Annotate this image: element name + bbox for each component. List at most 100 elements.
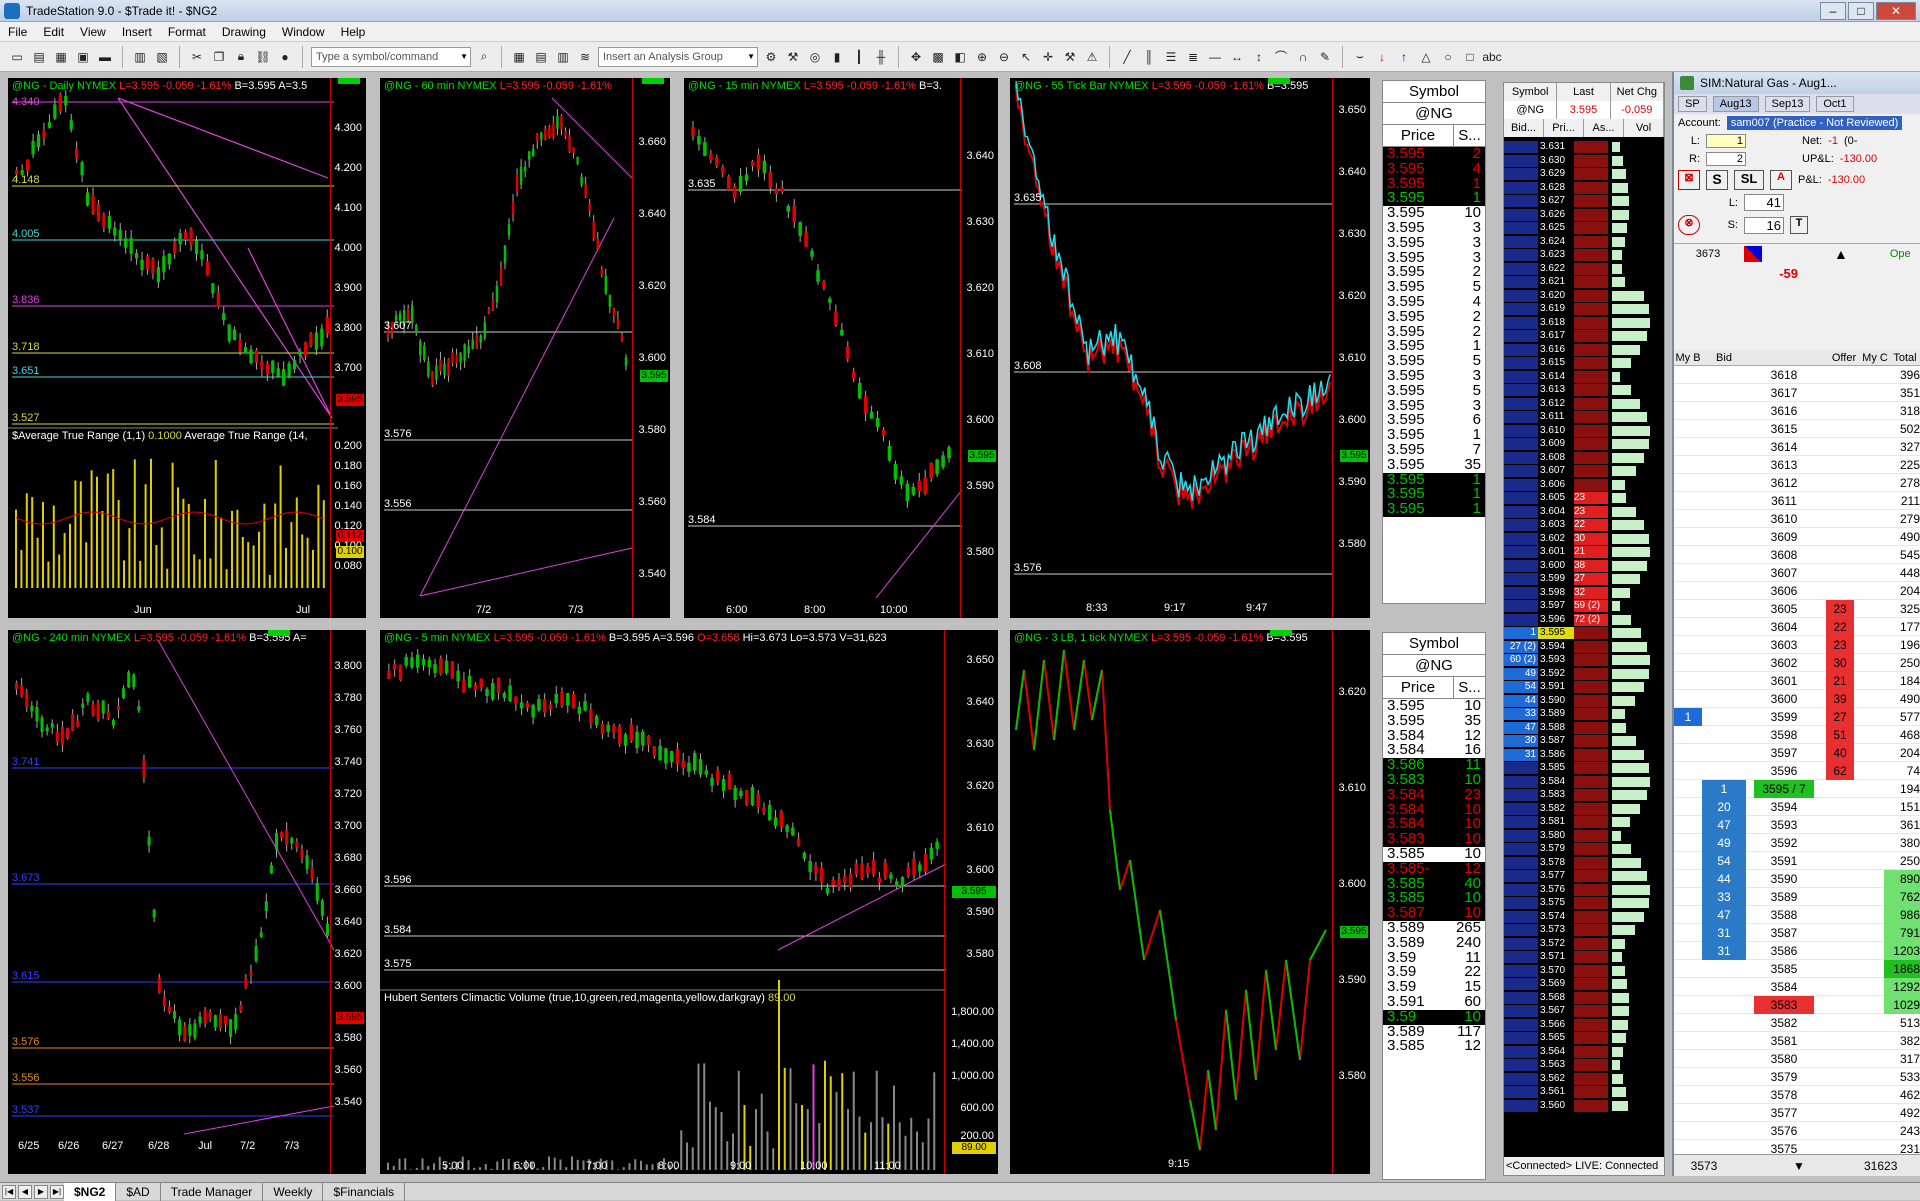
bid-cell[interactable]	[1702, 474, 1746, 492]
bid-cell[interactable]	[1702, 1032, 1746, 1050]
ladder-row[interactable]: 3.601 21	[1504, 546, 1664, 558]
offer-cell[interactable]	[1826, 402, 1854, 420]
ladder-ask-size[interactable]	[1574, 964, 1608, 977]
my-bid-cell[interactable]	[1674, 1086, 1702, 1104]
ladder-ask-size[interactable]	[1574, 1099, 1608, 1112]
sheet-icon[interactable]: ▥	[554, 48, 572, 66]
ladder-row[interactable]: 3.563	[1504, 1059, 1664, 1071]
save-all-icon[interactable]: ▥	[131, 48, 149, 66]
symbol-lookup-icon[interactable]: ⌕	[475, 48, 493, 66]
offer-cell[interactable]	[1826, 798, 1854, 816]
my-bid-cell[interactable]	[1674, 456, 1702, 474]
strategy-icon[interactable]: ⚙	[762, 48, 780, 66]
ladder-bid-size[interactable]	[1504, 168, 1538, 180]
offer-cell[interactable]: 40	[1826, 744, 1854, 762]
order-grid-row[interactable]: 3614 327	[1674, 438, 1920, 456]
bid-cell[interactable]	[1702, 456, 1746, 474]
order-grid-row[interactable]: 31 3586 1203	[1674, 942, 1920, 960]
my-bid-cell[interactable]	[1674, 888, 1702, 906]
offer-cell[interactable]	[1826, 960, 1854, 978]
bid-cell[interactable]	[1702, 960, 1746, 978]
bid-cell[interactable]	[1702, 1086, 1746, 1104]
offer-cell[interactable]: 21	[1826, 672, 1854, 690]
ladder-row[interactable]: 3.585	[1504, 762, 1664, 774]
offer-cell[interactable]: 23	[1826, 636, 1854, 654]
offer-cell[interactable]	[1826, 1050, 1854, 1068]
order-grid-row[interactable]: 3611 211	[1674, 492, 1920, 510]
ladder-ask-size[interactable]	[1574, 478, 1608, 491]
menu-window[interactable]: Window	[274, 25, 333, 39]
my-bid-cell[interactable]	[1674, 834, 1702, 852]
ladder-ask-size[interactable]: 23	[1574, 492, 1608, 504]
pen-icon[interactable]: ✎	[1316, 48, 1334, 66]
ladder-row[interactable]: 47 3.588	[1504, 721, 1664, 734]
my-bid-cell[interactable]	[1674, 1122, 1702, 1140]
ladder-bid-size[interactable]	[1504, 343, 1538, 356]
ladder-bid-size[interactable]	[1504, 910, 1538, 923]
ladder-row[interactable]: 3.606	[1504, 478, 1664, 491]
ladder-bid-size[interactable]	[1504, 492, 1538, 504]
ladder-ask-size[interactable]	[1574, 789, 1608, 801]
ladder-ask-size[interactable]	[1574, 195, 1608, 207]
ladder-ask-size[interactable]	[1574, 181, 1608, 194]
ladder-bid-size[interactable]	[1504, 532, 1538, 545]
ladder-ask-size[interactable]	[1574, 762, 1608, 774]
ladder-bid-size[interactable]	[1504, 951, 1538, 963]
scanner-icon[interactable]: ◎	[806, 48, 824, 66]
tab-sp[interactable]: SP	[1678, 96, 1707, 112]
copy-icon[interactable]: ❐	[210, 48, 228, 66]
cancel-all-icon[interactable]: ⊗	[1678, 215, 1700, 235]
ladder-row[interactable]: 3.565	[1504, 1032, 1664, 1044]
ladder-row[interactable]: 3.600 38	[1504, 559, 1664, 572]
bid-cell[interactable]	[1702, 996, 1746, 1014]
ladder-row[interactable]: 3.576	[1504, 883, 1664, 896]
my-bid-cell[interactable]	[1674, 384, 1702, 402]
order-grid-row[interactable]: 44 3590 890	[1674, 870, 1920, 888]
ladder-bid-size[interactable]	[1504, 586, 1538, 599]
ladder-row[interactable]: 3.577	[1504, 870, 1664, 882]
order-grid-row[interactable]: 3583 1029	[1674, 996, 1920, 1014]
offer-cell[interactable]: 39	[1826, 690, 1854, 708]
ladder-ask-size[interactable]	[1574, 168, 1608, 180]
ladder-ask-size[interactable]	[1574, 451, 1608, 464]
ladder-row[interactable]: 3.564	[1504, 1045, 1664, 1058]
ladder-row[interactable]: 3.610	[1504, 424, 1664, 437]
order-grid-row[interactable]: 3609 490	[1674, 528, 1920, 546]
offer-cell[interactable]: 22	[1826, 618, 1854, 636]
offer-cell[interactable]	[1826, 582, 1854, 600]
indicator-icon[interactable]: ≋	[576, 48, 594, 66]
my-bid-cell[interactable]	[1674, 564, 1702, 582]
ladder-row[interactable]: 60 (2) 3.593	[1504, 654, 1664, 666]
bid-cell[interactable]	[1702, 582, 1746, 600]
my-bid-cell[interactable]	[1674, 636, 1702, 654]
bid-cell[interactable]	[1702, 1068, 1746, 1086]
ladder-col-price[interactable]: Pri...	[1544, 119, 1584, 137]
ladder-bid-size[interactable]	[1504, 222, 1538, 234]
offer-cell[interactable]	[1826, 942, 1854, 960]
tab-financials[interactable]: $Financials	[323, 1182, 406, 1201]
my-bid-cell[interactable]	[1674, 1032, 1702, 1050]
ladder-bid-size[interactable]	[1504, 829, 1538, 842]
ladder-row[interactable]: 3.625	[1504, 222, 1664, 234]
order-grid[interactable]: My B Bid Offer My C Total 3618 396 3617 351…	[1674, 350, 1920, 1176]
ladder-row[interactable]: 3.624	[1504, 235, 1664, 248]
ladder-col-netchg[interactable]: Net Chg	[1611, 83, 1664, 101]
bid-cell[interactable]: 44	[1702, 870, 1746, 888]
chart-5-min[interactable]: @NG - 5 min NYMEX L=3.595 -0.059 -1.61% …	[378, 628, 1000, 1176]
ladder-row[interactable]: 3.562	[1504, 1072, 1664, 1085]
my-bid-cell[interactable]	[1674, 762, 1702, 780]
menu-view[interactable]: View	[72, 25, 114, 39]
ladder-row[interactable]: 3.574	[1504, 910, 1664, 923]
ladder-bid-size[interactable]	[1504, 519, 1538, 531]
vertical-lines-icon[interactable]: ║	[1140, 48, 1158, 66]
my-bid-cell[interactable]	[1674, 528, 1702, 546]
offer-cell[interactable]	[1826, 420, 1854, 438]
order-grid-row[interactable]: 3582 513	[1674, 1014, 1920, 1032]
ladder-bid-size[interactable]: 33	[1504, 708, 1538, 720]
ladder-row[interactable]: 3.626	[1504, 208, 1664, 221]
ladder-bid-size[interactable]	[1504, 505, 1538, 518]
ladder-bid-size[interactable]	[1504, 883, 1538, 896]
ladder-row[interactable]: 3.569	[1504, 978, 1664, 990]
ladder-row[interactable]: 3.584	[1504, 775, 1664, 788]
offer-cell[interactable]	[1826, 1068, 1854, 1086]
